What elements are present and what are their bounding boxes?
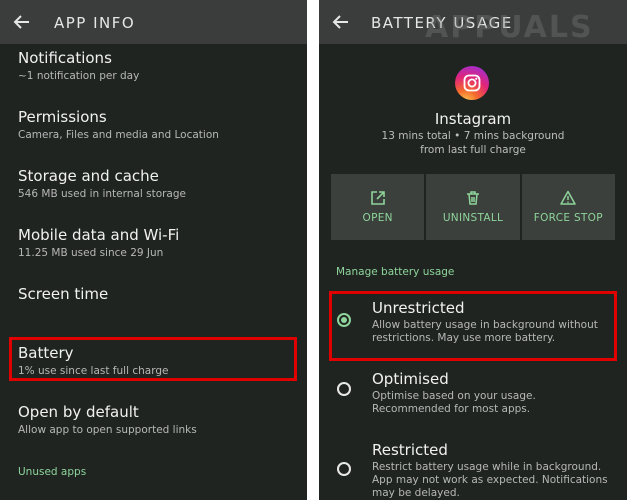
restricted-radio[interactable] <box>337 462 351 476</box>
open-by-default-title: Open by default <box>18 403 139 421</box>
screen-time-title: Screen time <box>18 285 109 303</box>
unused-apps-header: Unused apps <box>18 466 87 478</box>
notifications-summary: ~1 notification per day <box>18 70 140 82</box>
battery-setting[interactable]: Battery 1% use since last full charge <box>18 344 297 378</box>
restricted-option[interactable]: Restricted Restrict battery usage while … <box>372 441 613 500</box>
instagram-app-icon <box>455 66 489 100</box>
optimised-title: Optimised <box>372 370 449 388</box>
usage-summary: 13 mins total • 7 mins background <box>381 130 565 142</box>
open-button[interactable]: OPEN <box>331 174 425 240</box>
usage-period: from last full charge <box>420 144 526 156</box>
optimised-radio[interactable] <box>337 382 351 396</box>
storage-setting[interactable]: Storage and cache 546 MB used in interna… <box>18 167 297 201</box>
unrestricted-description: Allow battery usage in background withou… <box>372 319 598 344</box>
optimised-option[interactable]: Optimised Optimise based on your usage. … <box>372 370 613 416</box>
unrestricted-radio[interactable] <box>337 313 351 327</box>
notifications-setting[interactable]: Notifications ~1 notification per day <box>18 49 297 83</box>
force-stop-button-label: FORCE STOP <box>533 212 603 224</box>
battery-summary: 1% use since last full charge <box>18 365 169 377</box>
open-by-default-summary: Allow app to open supported links <box>18 424 197 436</box>
permissions-setting[interactable]: Permissions Camera, Files and media and … <box>18 108 297 142</box>
restricted-description: Restrict battery usage while in backgrou… <box>372 461 608 499</box>
back-arrow-icon[interactable] <box>12 12 32 32</box>
back-arrow-icon[interactable] <box>331 12 351 32</box>
unrestricted-option[interactable]: Unrestricted Allow battery usage in back… <box>372 299 613 345</box>
uninstall-button-label: UNINSTALL <box>442 212 504 224</box>
optimised-description: Optimise based on your usage. Recommende… <box>372 390 536 415</box>
force-stop-button[interactable]: FORCE STOP <box>521 174 615 240</box>
battery-usage-top-bar: BATTERY USAGE <box>319 0 627 44</box>
page-title: BATTERY USAGE <box>371 14 513 32</box>
app-actions: OPEN UNINSTALL FORCE STOP <box>331 174 615 240</box>
restricted-title: Restricted <box>372 441 448 459</box>
uninstall-button[interactable]: UNINSTALL <box>426 174 520 240</box>
warning-icon <box>560 190 577 205</box>
open-by-default-setting[interactable]: Open by default Allow app to open suppor… <box>18 403 297 437</box>
mobile-data-setting[interactable]: Mobile data and Wi-Fi 11.25 MB used sinc… <box>18 226 297 260</box>
open-external-icon <box>370 191 385 205</box>
storage-title: Storage and cache <box>18 167 159 185</box>
screen-time-setting[interactable]: Screen time <box>18 285 297 303</box>
notifications-title: Notifications <box>18 49 112 67</box>
unrestricted-title: Unrestricted <box>372 299 465 317</box>
app-info-top-bar: APP INFO <box>0 0 307 44</box>
open-button-label: OPEN <box>362 212 393 224</box>
app-name: Instagram <box>434 110 512 128</box>
page-title: APP INFO <box>54 14 136 32</box>
mobile-data-summary: 11.25 MB used since 29 Jun <box>18 247 164 259</box>
trash-icon <box>466 191 479 205</box>
manage-battery-usage-header: Manage battery usage <box>336 266 455 278</box>
mobile-data-title: Mobile data and Wi-Fi <box>18 226 180 244</box>
battery-usage-screen: BATTERY USAGE APPUALS Instagram 13 mins … <box>319 0 627 500</box>
battery-title: Battery <box>18 344 74 362</box>
app-info-screen: APP INFO Notifications ~1 notification p… <box>0 0 307 500</box>
permissions-summary: Camera, Files and media and Location <box>18 129 219 141</box>
permissions-title: Permissions <box>18 108 107 126</box>
storage-summary: 546 MB used in internal storage <box>18 188 186 200</box>
